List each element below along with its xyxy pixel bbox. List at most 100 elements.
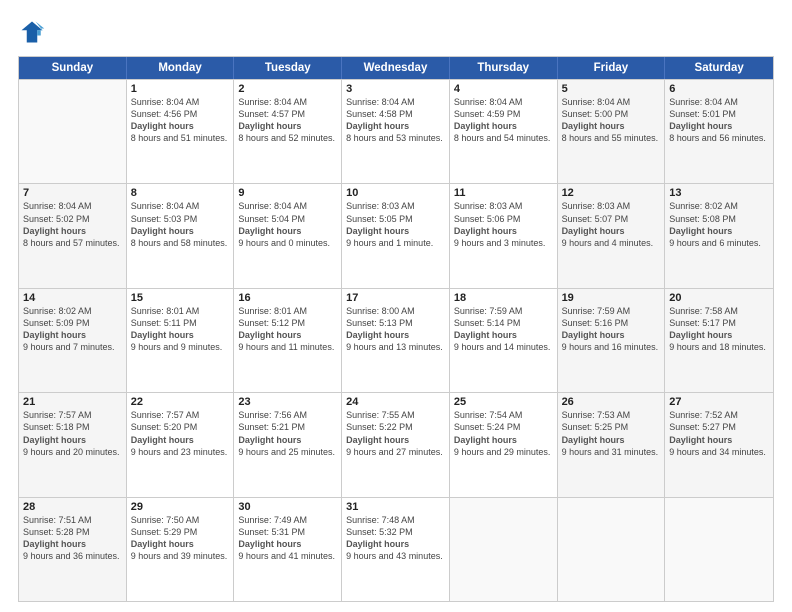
daylight-label: Daylight hours (131, 435, 194, 445)
logo-icon (18, 18, 46, 46)
day-number: 5 (562, 83, 661, 95)
daylight-label: Daylight hours (23, 330, 86, 340)
sunrise-text: Sunrise: 8:04 AM (238, 201, 307, 211)
daylight-duration: 9 hours and 11 minutes. (238, 342, 334, 352)
calendar-cell: 19Sunrise: 7:59 AMSunset: 5:16 PMDayligh… (558, 289, 666, 392)
daylight-label: Daylight hours (562, 121, 625, 131)
weekday-header: Friday (558, 57, 666, 79)
daylight-duration: 9 hours and 18 minutes. (669, 342, 766, 352)
daylight-duration: 9 hours and 27 minutes. (346, 447, 443, 457)
day-number: 29 (131, 501, 230, 513)
calendar-body: 1Sunrise: 8:04 AMSunset: 4:56 PMDaylight… (19, 79, 773, 601)
day-info: Sunrise: 8:01 AMSunset: 5:11 PMDaylight … (131, 305, 230, 354)
sunrise-text: Sunrise: 8:02 AM (669, 201, 738, 211)
sunset-text: Sunset: 4:57 PM (238, 109, 305, 119)
header (18, 18, 774, 46)
daylight-duration: 9 hours and 16 minutes. (562, 342, 659, 352)
sunset-text: Sunset: 5:00 PM (562, 109, 629, 119)
calendar-header: SundayMondayTuesdayWednesdayThursdayFrid… (19, 57, 773, 79)
calendar-week: 7Sunrise: 8:04 AMSunset: 5:02 PMDaylight… (19, 183, 773, 287)
calendar-cell: 12Sunrise: 8:03 AMSunset: 5:07 PMDayligh… (558, 184, 666, 287)
day-info: Sunrise: 7:53 AMSunset: 5:25 PMDaylight … (562, 409, 661, 458)
sunset-text: Sunset: 5:14 PM (454, 318, 521, 328)
day-info: Sunrise: 8:04 AMSunset: 5:00 PMDaylight … (562, 96, 661, 145)
daylight-duration: 8 hours and 57 minutes. (23, 238, 120, 248)
sunrise-text: Sunrise: 8:01 AM (238, 306, 307, 316)
day-number: 19 (562, 292, 661, 304)
sunset-text: Sunset: 5:07 PM (562, 214, 629, 224)
daylight-label: Daylight hours (23, 539, 86, 549)
calendar-cell: 26Sunrise: 7:53 AMSunset: 5:25 PMDayligh… (558, 393, 666, 496)
sunrise-text: Sunrise: 7:54 AM (454, 410, 523, 420)
sunset-text: Sunset: 5:09 PM (23, 318, 90, 328)
weekday-header: Tuesday (234, 57, 342, 79)
daylight-label: Daylight hours (131, 226, 194, 236)
daylight-label: Daylight hours (669, 121, 732, 131)
day-number: 28 (23, 501, 122, 513)
day-info: Sunrise: 8:02 AMSunset: 5:08 PMDaylight … (669, 200, 769, 249)
sunrise-text: Sunrise: 7:58 AM (669, 306, 738, 316)
calendar-cell: 20Sunrise: 7:58 AMSunset: 5:17 PMDayligh… (665, 289, 773, 392)
daylight-duration: 9 hours and 31 minutes. (562, 447, 659, 457)
day-info: Sunrise: 8:04 AMSunset: 4:59 PMDaylight … (454, 96, 553, 145)
day-number: 6 (669, 83, 769, 95)
calendar-cell: 18Sunrise: 7:59 AMSunset: 5:14 PMDayligh… (450, 289, 558, 392)
daylight-duration: 8 hours and 53 minutes. (346, 133, 443, 143)
day-info: Sunrise: 8:04 AMSunset: 5:01 PMDaylight … (669, 96, 769, 145)
daylight-label: Daylight hours (346, 539, 409, 549)
calendar-cell: 17Sunrise: 8:00 AMSunset: 5:13 PMDayligh… (342, 289, 450, 392)
daylight-label: Daylight hours (238, 226, 301, 236)
calendar-cell: 8Sunrise: 8:04 AMSunset: 5:03 PMDaylight… (127, 184, 235, 287)
sunset-text: Sunset: 5:22 PM (346, 422, 413, 432)
sunrise-text: Sunrise: 7:53 AM (562, 410, 631, 420)
day-info: Sunrise: 8:03 AMSunset: 5:05 PMDaylight … (346, 200, 445, 249)
sunset-text: Sunset: 5:24 PM (454, 422, 521, 432)
day-info: Sunrise: 7:51 AMSunset: 5:28 PMDaylight … (23, 514, 122, 563)
sunset-text: Sunset: 5:25 PM (562, 422, 629, 432)
daylight-label: Daylight hours (23, 226, 86, 236)
daylight-duration: 9 hours and 25 minutes. (238, 447, 335, 457)
day-info: Sunrise: 7:49 AMSunset: 5:31 PMDaylight … (238, 514, 337, 563)
sunrise-text: Sunrise: 7:52 AM (669, 410, 738, 420)
calendar-week: 14Sunrise: 8:02 AMSunset: 5:09 PMDayligh… (19, 288, 773, 392)
calendar-week: 21Sunrise: 7:57 AMSunset: 5:18 PMDayligh… (19, 392, 773, 496)
daylight-duration: 9 hours and 13 minutes. (346, 342, 443, 352)
day-info: Sunrise: 8:04 AM Sunset: 4:58 PM Daylight … (346, 96, 445, 145)
weekday-header: Sunday (19, 57, 127, 79)
sunrise-text: Sunrise: 8:03 AM (562, 201, 631, 211)
day-number: 20 (669, 292, 769, 304)
calendar-cell: 1Sunrise: 8:04 AMSunset: 4:56 PMDaylight… (127, 80, 235, 183)
sunset-text: Sunset: 5:21 PM (238, 422, 305, 432)
calendar-cell: 5Sunrise: 8:04 AMSunset: 5:00 PMDaylight… (558, 80, 666, 183)
sunset-text: Sunset: 5:20 PM (131, 422, 198, 432)
sunrise-text: Sunrise: 8:04 AM (238, 97, 307, 107)
daylight-label: Daylight hours (454, 435, 517, 445)
day-number: 16 (238, 292, 337, 304)
daylight-label: Daylight hours (346, 435, 409, 445)
calendar-cell: 21Sunrise: 7:57 AMSunset: 5:18 PMDayligh… (19, 393, 127, 496)
calendar-cell: 15Sunrise: 8:01 AMSunset: 5:11 PMDayligh… (127, 289, 235, 392)
day-info: Sunrise: 7:59 AMSunset: 5:16 PMDaylight … (562, 305, 661, 354)
calendar-cell: 31Sunrise: 7:48 AMSunset: 5:32 PMDayligh… (342, 498, 450, 601)
daylight-duration: 9 hours and 4 minutes. (562, 238, 654, 248)
sunrise-text: Sunrise: 8:04 AM (131, 97, 200, 107)
calendar-cell: 3Sunrise: 8:04 AMSunset: 4:58 PMDaylight… (342, 80, 450, 183)
sunset-text: Sunset: 5:31 PM (238, 527, 305, 537)
sunset-text: Sunset: 5:13 PM (346, 318, 413, 328)
sunset-text: Sunset: 4:56 PM (131, 109, 198, 119)
sunrise-text: Sunrise: 8:04 AM (669, 97, 738, 107)
day-info: Sunrise: 7:52 AMSunset: 5:27 PMDaylight … (669, 409, 769, 458)
day-info: Sunrise: 8:03 AMSunset: 5:06 PMDaylight … (454, 200, 553, 249)
daylight-duration: 9 hours and 14 minutes. (454, 342, 551, 352)
sunset-text: Sunset: 5:11 PM (131, 318, 197, 328)
daylight-label: Daylight hours (346, 121, 409, 131)
calendar-cell (19, 80, 127, 183)
weekday-header: Monday (127, 57, 235, 79)
calendar-cell: 25Sunrise: 7:54 AMSunset: 5:24 PMDayligh… (450, 393, 558, 496)
sunrise-text: Sunrise: 7:59 AM (562, 306, 631, 316)
sunset-text: Sunset: 4:58 PM (346, 109, 413, 119)
sunrise-text: Sunrise: 8:04 AM (346, 97, 415, 107)
daylight-label: Daylight hours (562, 330, 625, 340)
calendar-cell (558, 498, 666, 601)
sunrise-text: Sunrise: 7:59 AM (454, 306, 523, 316)
